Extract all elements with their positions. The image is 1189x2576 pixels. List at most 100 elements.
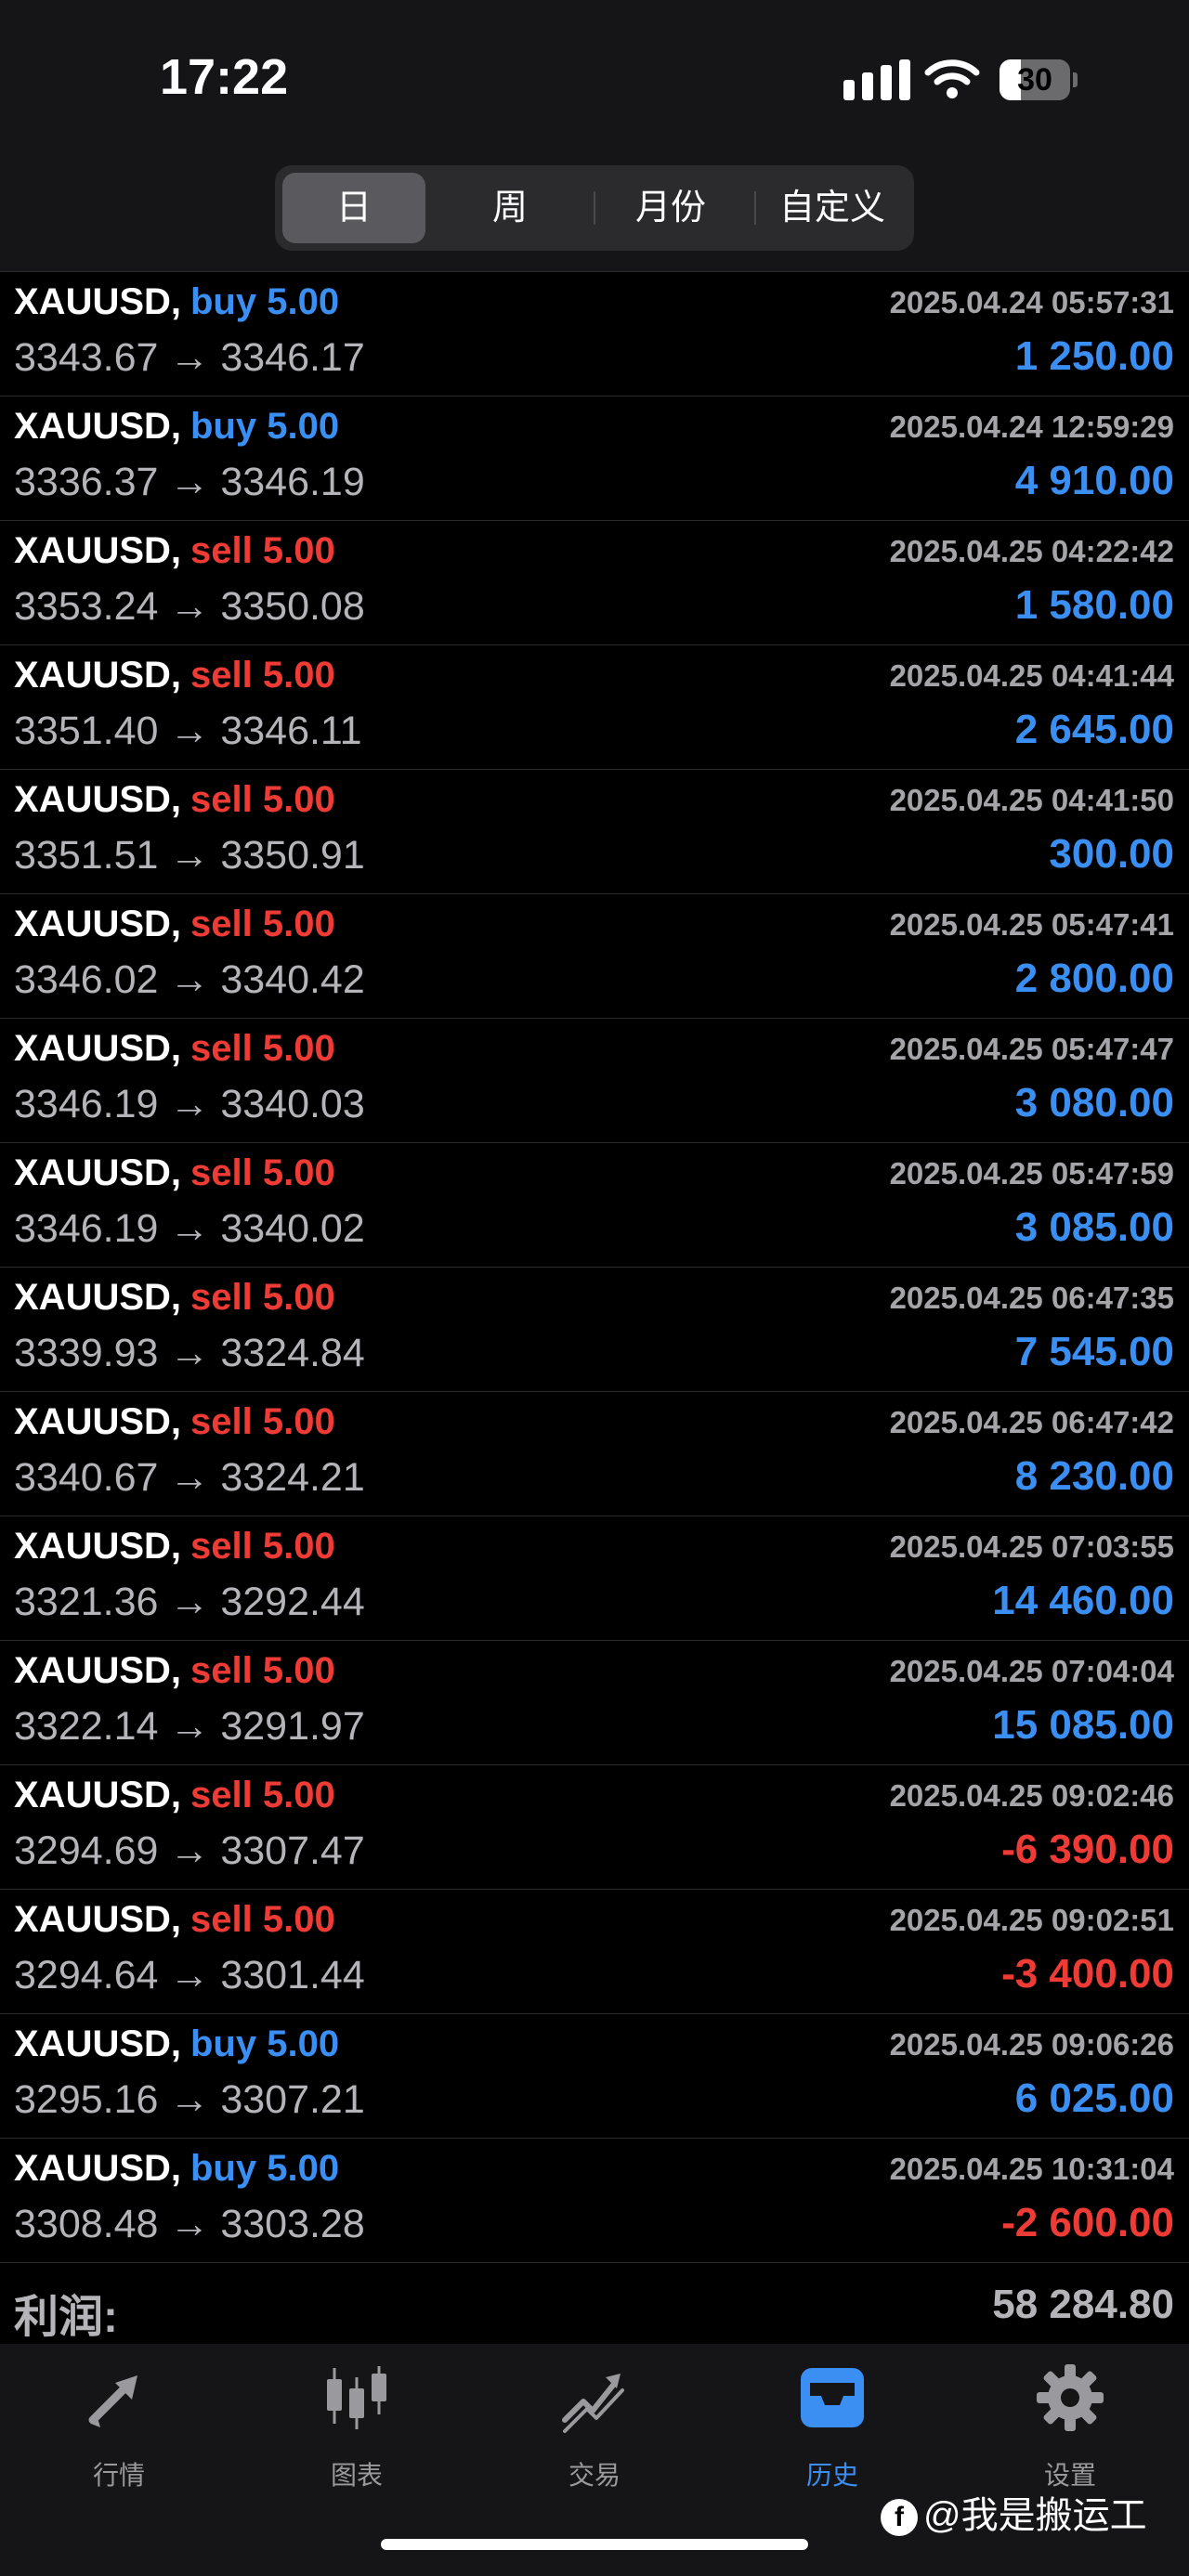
tab-month[interactable]: 月份 [596, 173, 745, 243]
deal-datetime: 2025.04.25 06:47:42 [889, 1405, 1174, 1439]
deal-datetime: 2025.04.24 12:59:29 [889, 410, 1174, 444]
nav-history[interactable]: 历史 [758, 2362, 907, 2492]
deal-history-list: XAUUSD, buy 5.00 2025.04.24 05:57:31 3343.6… [0, 271, 1189, 2347]
deal-row[interactable]: XAUUSD, sell 5.00 2025.04.25 04:41:50 3351.… [0, 769, 1189, 893]
deal-prices: 3346.19 → 3340.02 [14, 1206, 365, 1251]
quotes-arrows-icon [88, 2375, 137, 2427]
deal-type: buy [190, 281, 257, 322]
deal-symbol: XAUUSD, [14, 655, 182, 696]
nav-trade[interactable]: 交易 [520, 2362, 669, 2492]
deal-type: sell [190, 655, 253, 696]
deal-prices: 3295.16 → 3307.21 [14, 2077, 365, 2122]
tab-custom[interactable]: 自定义 [758, 173, 907, 243]
deal-row[interactable]: XAUUSD, sell 5.00 2025.04.25 04:22:42 3353.… [0, 520, 1189, 644]
deal-datetime: 2025.04.25 07:03:55 [889, 1529, 1174, 1564]
deal-type: sell [190, 904, 253, 944]
deal-type: sell [190, 1152, 253, 1193]
deal-type: sell [190, 1401, 253, 1442]
deal-profit: 15 085.00 [992, 1702, 1174, 1748]
deal-type-volume: sell 5.00 [190, 779, 335, 821]
nav-charts[interactable]: 图表 [282, 2362, 431, 2492]
deal-row[interactable]: XAUUSD, buy 5.00 2025.04.24 12:59:29 3336.3… [0, 396, 1189, 520]
deal-type-volume: buy 5.00 [190, 2148, 339, 2190]
tab-day[interactable]: 日 [282, 173, 425, 243]
deal-prices: 3346.02 → 3340.42 [14, 957, 365, 1002]
deal-datetime: 2025.04.25 05:47:47 [889, 1032, 1174, 1066]
deal-profit: 300.00 [1049, 831, 1174, 877]
deal-profit: 3 085.00 [1014, 1204, 1174, 1250]
deal-prices: 3321.36 → 3292.44 [14, 1580, 365, 1624]
deal-symbol: XAUUSD, [14, 1899, 182, 1940]
deal-row[interactable]: XAUUSD, sell 5.00 2025.04.25 05:47:47 3346.… [0, 1018, 1189, 1142]
deal-type-volume: sell 5.00 [190, 1401, 335, 1443]
watermark-logo-icon: f [881, 2499, 918, 2537]
deal-row[interactable]: XAUUSD, sell 5.00 2025.04.25 05:47:59 3346.… [0, 1142, 1189, 1267]
deal-type-volume: sell 5.00 [190, 530, 335, 572]
deal-row[interactable]: XAUUSD, sell 5.00 2025.04.25 04:41:44 3351.… [0, 644, 1189, 769]
deal-datetime: 2025.04.24 05:57:31 [889, 285, 1174, 319]
deal-datetime: 2025.04.25 06:47:35 [889, 1281, 1174, 1315]
deal-row[interactable]: XAUUSD, sell 5.00 2025.04.25 05:47:41 3346.… [0, 893, 1189, 1018]
deal-type-volume: sell 5.00 [190, 1775, 335, 1816]
deal-type-volume: sell 5.00 [190, 904, 335, 945]
deal-type: buy [190, 2148, 257, 2189]
deal-symbol: XAUUSD, [14, 1526, 182, 1567]
deal-type-volume: buy 5.00 [190, 2023, 339, 2065]
deal-datetime: 2025.04.25 09:06:26 [889, 2027, 1174, 2062]
deal-type-volume: sell 5.00 [190, 1526, 335, 1568]
deal-datetime: 2025.04.25 05:47:41 [889, 907, 1174, 942]
deal-symbol: XAUUSD, [14, 1401, 182, 1442]
deal-row[interactable]: XAUUSD, sell 5.00 2025.04.25 07:03:55 3321.… [0, 1516, 1189, 1640]
period-tabs-area: 日 周 月份 自定义 [0, 158, 1189, 271]
deal-symbol: XAUUSD, [14, 406, 182, 447]
deal-volume: 5.00 [262, 904, 335, 944]
deal-profit: -2 600.00 [1001, 2200, 1174, 2245]
deal-row[interactable]: XAUUSD, sell 5.00 2025.04.25 06:47:42 3340.… [0, 1391, 1189, 1516]
deal-prices: 3336.37 → 3346.19 [14, 460, 365, 504]
nav-label-trade: 交易 [568, 2461, 621, 2490]
battery-level: 30 [1017, 62, 1052, 98]
deal-prices: 3294.69 → 3307.47 [14, 1828, 365, 1873]
deal-row[interactable]: XAUUSD, sell 5.00 2025.04.25 07:04:04 3322.… [0, 1640, 1189, 1764]
deal-profit: 8 230.00 [1014, 1453, 1174, 1499]
deal-type-volume: sell 5.00 [190, 1277, 335, 1319]
deal-type-volume: sell 5.00 [190, 1152, 335, 1194]
deal-type: buy [190, 406, 257, 447]
deal-volume: 5.00 [262, 655, 335, 696]
deal-type-volume: sell 5.00 [190, 655, 335, 696]
deal-row[interactable]: XAUUSD, sell 5.00 2025.04.25 06:47:35 3339.… [0, 1267, 1189, 1391]
home-indicator[interactable] [381, 2539, 808, 2550]
deal-type: sell [190, 779, 253, 820]
deal-prices: 3351.51 → 3350.91 [14, 833, 365, 878]
deal-symbol: XAUUSD, [14, 2148, 182, 2189]
deal-volume: 5.00 [262, 779, 335, 820]
deal-symbol: XAUUSD, [14, 904, 182, 944]
gear-icon [1037, 2364, 1104, 2431]
deal-profit: 2 645.00 [1014, 707, 1174, 752]
deal-row[interactable]: XAUUSD, buy 5.00 2025.04.24 05:57:31 3343.6… [0, 271, 1189, 396]
deal-profit: 3 080.00 [1014, 1080, 1174, 1125]
nav-settings[interactable]: 设置 [996, 2362, 1144, 2492]
status-time: 17:22 [160, 49, 289, 105]
deal-prices: 3308.48 → 3303.28 [14, 2202, 365, 2246]
deal-type-volume: buy 5.00 [190, 281, 339, 323]
deal-prices: 3340.67 → 3324.21 [14, 1455, 365, 1500]
profit-summary-value: 58 284.80 [992, 2282, 1174, 2327]
profit-summary-label: 利润: [14, 2293, 118, 2342]
tab-week[interactable]: 周 [438, 173, 581, 243]
deal-type: sell [190, 1028, 253, 1069]
deal-datetime: 2025.04.25 07:04:04 [889, 1654, 1174, 1688]
deal-volume: 5.00 [262, 1526, 335, 1567]
deal-symbol: XAUUSD, [14, 1152, 182, 1193]
deal-volume: 5.00 [262, 1152, 335, 1193]
deal-type: sell [190, 1650, 253, 1691]
deal-volume: 5.00 [262, 530, 335, 571]
deal-row[interactable]: XAUUSD, buy 5.00 2025.04.25 09:06:26 3295.1… [0, 2013, 1189, 2138]
nav-quotes[interactable]: 行情 [45, 2362, 193, 2492]
deal-profit: 1 250.00 [1014, 333, 1174, 379]
deal-row[interactable]: XAUUSD, sell 5.00 2025.04.25 09:02:46 3294.… [0, 1764, 1189, 1889]
wifi-icon [924, 59, 980, 98]
deal-row[interactable]: XAUUSD, sell 5.00 2025.04.25 09:02:51 3294.… [0, 1889, 1189, 2013]
deal-volume: 5.00 [262, 1277, 335, 1318]
deal-row[interactable]: XAUUSD, buy 5.00 2025.04.25 10:31:04 3308.4… [0, 2138, 1189, 2262]
